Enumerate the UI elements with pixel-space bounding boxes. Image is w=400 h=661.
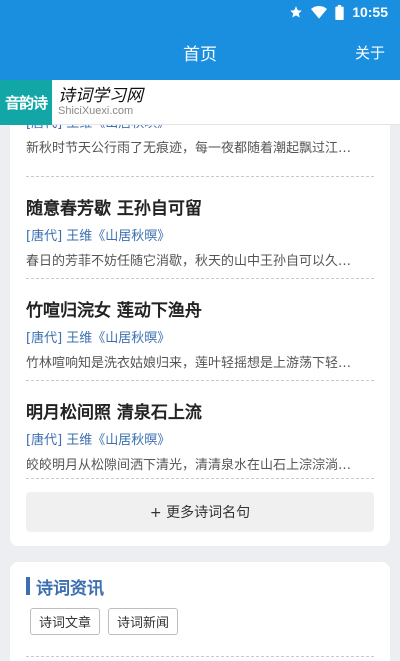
site-domain: ShiciXuexi.com (58, 105, 134, 118)
status-time: 10:55 (352, 4, 388, 20)
list-item[interactable]: 随意春芳歇 王孙自可留 [唐代] 王维《山居秋暝》 春日的芳菲不妨任随它消歇，秋… (26, 194, 374, 269)
divider (26, 176, 374, 177)
app-bar: 首页 关于 (0, 24, 400, 80)
news-card: 诗词资讯 诗词文章 诗词新闻 (10, 562, 390, 661)
divider (26, 656, 374, 657)
site-name: 诗词学习网 (58, 85, 143, 106)
about-button[interactable]: 关于 (355, 24, 385, 80)
quote-source: [唐代] 王维《山居秋暝》 (26, 331, 171, 346)
wifi-icon (311, 5, 328, 19)
star-icon (289, 5, 303, 19)
news-tags: 诗词文章 诗词新闻 (30, 608, 179, 635)
site-logo-bar: 音韵诗 诗词学习网 ShiciXuexi.com (0, 79, 400, 125)
quote-title: 随意春芳歇 王孙自可留 (26, 199, 202, 219)
divider (26, 380, 374, 381)
quotes-card: [唐代] 王维《山居秋暝》 新秋时节天公行雨了无痕迹，每一夜都随着潮起飘过江… … (10, 100, 390, 546)
battery-icon (335, 4, 344, 20)
divider (26, 478, 374, 479)
quote-source: [唐代] 王维《山居秋暝》 (26, 433, 171, 448)
tag-news[interactable]: 诗词新闻 (108, 608, 179, 635)
list-item[interactable]: 竹喧归浣女 莲动下渔舟 [唐代] 王维《山居秋暝》 竹林喧响知是洗衣姑娘归来，莲… (26, 296, 374, 371)
section-marker (26, 577, 30, 595)
quote-description: 新秋时节天公行雨了无痕迹，每一夜都随着潮起飘过江… (26, 141, 352, 156)
site-logo: 音韵诗 (0, 79, 52, 125)
quote-description: 竹林喧响知是洗衣姑娘归来，莲叶轻摇想是上游荡下轻… (26, 356, 352, 371)
quote-source: [唐代] 王维《山居秋暝》 (26, 229, 171, 244)
section-title: 诗词资讯 (26, 576, 104, 599)
quote-description: 春日的芳菲不妨任随它消歇，秋天的山中王孙自可以久… (26, 254, 352, 269)
tag-articles[interactable]: 诗词文章 (30, 608, 101, 635)
section-title-text: 诗词资讯 (36, 578, 104, 599)
status-bar: 10:55 (0, 0, 400, 24)
quote-description: 皎皎明月从松隙间洒下清光，清清泉水在山石上淙淙淌… (26, 458, 352, 473)
quote-title: 明月松间照 清泉石上流 (26, 403, 202, 423)
more-quotes-button[interactable]: + 更多诗词名句 (26, 492, 374, 532)
quote-title: 竹喧归浣女 莲动下渔舟 (26, 301, 202, 321)
list-item[interactable]: 明月松间照 清泉石上流 [唐代] 王维《山居秋暝》 皎皎明月从松隙间洒下清光，清… (26, 398, 374, 473)
divider (26, 278, 374, 279)
page-title: 首页 (183, 44, 217, 65)
